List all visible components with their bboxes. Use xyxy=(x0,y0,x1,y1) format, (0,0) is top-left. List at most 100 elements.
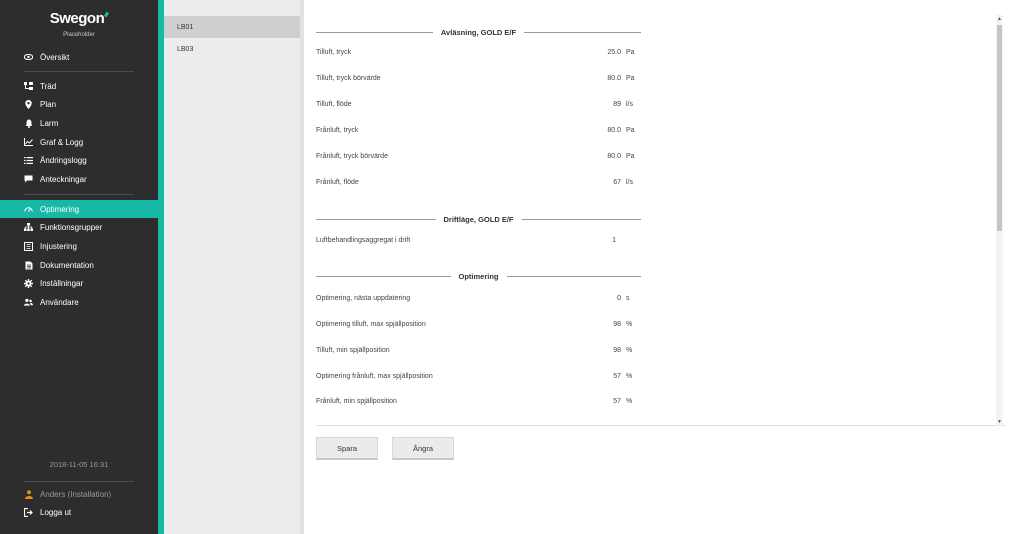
map-pin-icon xyxy=(24,99,33,109)
sidebar-item-plan[interactable]: Plan xyxy=(0,95,158,113)
list-icon xyxy=(24,156,33,165)
logo-mark-icon xyxy=(104,11,110,18)
sidebar-item-label: Larm xyxy=(40,118,59,128)
sidebar-item-oversikt[interactable]: Översikt xyxy=(0,48,158,66)
section-line xyxy=(316,218,436,220)
reading-value: 67 xyxy=(613,179,621,186)
reading-unit: s xyxy=(626,295,630,302)
reading-unit: Pa xyxy=(626,153,635,160)
sidebar-item-funktionsgrupper[interactable]: Funktionsgrupper xyxy=(0,218,158,236)
optimization-panel: Avläsning, GOLD E/F Tilluft, tryck 25.0 … xyxy=(316,15,1006,426)
sidebar-item-label: Ändringslogg xyxy=(40,155,87,165)
sitemap-icon xyxy=(24,223,33,232)
reading-row: Tilluft, flöde 89 l/s xyxy=(316,101,646,113)
scroll-thumb[interactable] xyxy=(997,25,1002,231)
reading-unit: % xyxy=(626,347,633,354)
reading-label: Optimering frånluft, max spjällposition xyxy=(316,373,433,380)
section-header-avlasning: Avläsning, GOLD E/F xyxy=(316,26,641,38)
reading-value: 98 xyxy=(613,321,621,328)
reading-label: Frånluft, tryck xyxy=(316,127,359,134)
reading-row: Frånluft, flöde 67 l/s xyxy=(316,179,646,191)
save-button[interactable]: Spara xyxy=(316,437,378,460)
reading-row: Frånluft, tryck 80.0 Pa xyxy=(316,127,646,139)
datetime-display: 2018-11-05 16:31 xyxy=(49,460,109,469)
reading-row: Frånluft, min spjällposition 57 % xyxy=(316,398,646,410)
reading-value: 0 xyxy=(617,295,621,302)
sidebar-item-label: Användare xyxy=(40,297,79,307)
sidebar-item-injustering[interactable]: Injustering xyxy=(0,237,158,255)
sidebar-item-label: Anteckningar xyxy=(40,174,87,184)
sidebar-divider xyxy=(24,194,134,195)
logout-icon xyxy=(24,507,33,517)
unit-list-item-lb01[interactable]: LB01 xyxy=(164,16,300,38)
sidebar-item-label: Översikt xyxy=(40,52,70,62)
bell-icon xyxy=(24,119,33,128)
eye-icon xyxy=(24,53,33,62)
users-icon xyxy=(24,298,33,307)
sidebar-item-dokumentation[interactable]: Dokumentation xyxy=(0,256,158,274)
reading-label: Frånluft, min spjällposition xyxy=(316,398,397,405)
reading-unit: l/s xyxy=(626,101,633,108)
document-icon xyxy=(24,261,33,270)
reading-label: Frånluft, flöde xyxy=(316,179,359,186)
reading-unit: % xyxy=(626,373,633,380)
reading-label: Optimering, nästa uppdatering xyxy=(316,295,411,302)
sidebar-item-trad[interactable]: Träd xyxy=(0,77,158,95)
reading-unit: Pa xyxy=(626,75,635,82)
reading-label: Tilluft, min spjällposition xyxy=(316,347,390,354)
reading-value: 57 xyxy=(613,398,621,405)
section-title: Avläsning, GOLD E/F xyxy=(440,27,517,37)
sidebar-divider xyxy=(24,481,134,482)
sidebar-item-anvandare[interactable]: Användare xyxy=(0,293,158,311)
reading-value: 25.0 xyxy=(607,49,621,56)
scroll-up-arrow-icon[interactable]: ▲ xyxy=(996,15,1003,23)
app-root: Swegon Placeholder Översikt Träd Plan La… xyxy=(0,0,1024,534)
unit-list-item-lb03[interactable]: LB03 xyxy=(164,38,300,60)
reading-unit: % xyxy=(626,398,633,405)
sidebar-item-optimering[interactable]: Optimering xyxy=(0,200,158,218)
reading-value: 80.0 xyxy=(607,153,621,160)
sidebar-item-label: Plan xyxy=(40,99,57,109)
logout-button[interactable]: Logga ut xyxy=(0,503,158,521)
reading-row: Luftbehandlingsaggregat i drift 1 xyxy=(316,237,646,249)
logout-label: Logga ut xyxy=(40,507,72,517)
sliders-icon xyxy=(24,241,33,251)
sidebar-item-installningar[interactable]: Inställningar xyxy=(0,274,158,292)
reading-value: 80.0 xyxy=(607,75,621,82)
reading-value: 89 xyxy=(613,101,621,108)
section-line xyxy=(316,31,433,33)
sidebar-item-label: Graf & Logg xyxy=(40,137,84,147)
section-line xyxy=(316,275,451,277)
sidebar-item-anteckningar[interactable]: Anteckningar xyxy=(0,170,158,188)
reading-row: Tilluft, min spjällposition 98 % xyxy=(316,347,646,359)
undo-button[interactable]: Ångra xyxy=(392,437,454,460)
reading-label: Luftbehandlingsaggregat i drift xyxy=(316,237,411,244)
sidebar-item-larm[interactable]: Larm xyxy=(0,114,158,132)
panel-scrollbar[interactable]: ▲ ▼ xyxy=(996,15,1003,426)
reading-label: Tilluft, flöde xyxy=(316,101,352,108)
sidebar-item-label: Dokumentation xyxy=(40,260,94,270)
section-line xyxy=(521,218,642,220)
reading-row: Tilluft, tryck 25.0 Pa xyxy=(316,49,646,61)
current-user[interactable]: Anders (Installation) xyxy=(0,485,158,503)
reading-row: Optimering tilluft, max spjällposition 9… xyxy=(316,321,646,333)
reading-row: Tilluft, tryck börvärde 80.0 Pa xyxy=(316,75,646,87)
user-icon xyxy=(24,489,33,499)
reading-value: 80.0 xyxy=(607,127,621,134)
section-title: Optimering xyxy=(458,271,499,281)
section-title: Driftläge, GOLD E/F xyxy=(443,214,514,224)
brand-logo: Swegon xyxy=(0,10,158,27)
reading-value: 57 xyxy=(613,373,621,380)
unit-list: LB01 LB03 xyxy=(164,0,300,534)
reading-unit: Pa xyxy=(626,127,635,134)
gauge-icon xyxy=(24,205,33,214)
sidebar-item-graf-logg[interactable]: Graf & Logg xyxy=(0,133,158,151)
section-header-driftlage: Driftläge, GOLD E/F xyxy=(316,213,642,225)
current-user-label: Anders (Installation) xyxy=(40,489,112,499)
reading-unit: l/s xyxy=(626,179,633,186)
scroll-down-arrow-icon[interactable]: ▼ xyxy=(996,418,1003,426)
sidebar-item-label: Optimering xyxy=(40,204,80,214)
reading-label: Frånluft, tryck börvärde xyxy=(316,153,388,160)
reading-row: Frånluft, tryck börvärde 80.0 Pa xyxy=(316,153,646,165)
sidebar-item-andringslogg[interactable]: Ändringslogg xyxy=(0,151,158,169)
